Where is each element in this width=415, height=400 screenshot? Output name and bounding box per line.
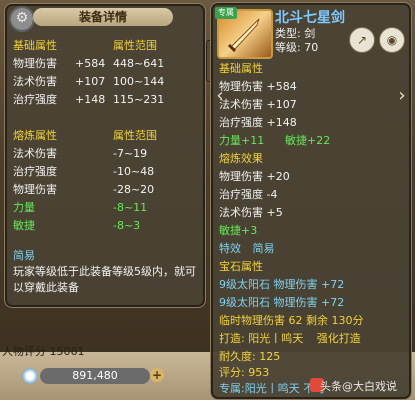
refine-row: 治疗强度 -4 <box>219 188 278 201</box>
strength-agility-row: 力量+11 敏捷+22 <box>219 134 331 147</box>
forge-row: 打造: 阳光丨鸣天 强化打造 <box>219 332 361 345</box>
money-display: 891,480 <box>40 368 150 384</box>
share-icon[interactable]: ↗ <box>349 27 375 53</box>
watermark-text: 头条@大白戏说 <box>320 380 397 393</box>
base-attributes-header: 基础属性 <box>219 62 263 75</box>
base-row: 治疗强度 +148 <box>219 116 297 129</box>
exclusive-tag: 专属 <box>215 7 237 19</box>
durability-row: 耐久度: 125 <box>219 350 281 363</box>
gem-header: 宝石属性 <box>219 260 263 273</box>
item-name: 北斗七星剑 <box>275 10 345 26</box>
gear-icon[interactable]: ⚙ <box>9 6 35 32</box>
eye-icon[interactable]: ◉ <box>379 27 405 53</box>
panel-title: 装备详情 <box>33 8 173 26</box>
equipment-detail-panel: ⚙ 装备详情 基础属性 属性范围 物理伤害 +584 448~641 法术伤害 … <box>4 3 206 308</box>
temp-bonus-row: 临时物理伤害 62 剩余 130分 <box>219 314 364 327</box>
add-money-button[interactable]: + <box>150 368 164 382</box>
gem-row: 9级太阳石 物理伤害 +72 <box>219 296 345 309</box>
equip-description: 玩家等级低于此装备等级5级内，就可以穿戴此装备 <box>13 265 196 294</box>
brief-header: 简易 <box>13 249 35 262</box>
item-tooltip-panel: 专属 北斗七星剑 类型: 剑 等级: 70 ↗ ◉ 基础属性 物理伤害 +584… <box>210 2 412 400</box>
silver-coin-icon <box>22 368 38 384</box>
rating-row: 评分: 953 <box>219 366 270 379</box>
gem-row: 9级太阳石 物理伤害 +72 <box>219 278 345 291</box>
refine-row: 法术伤害 +5 <box>219 206 283 219</box>
special-effect-row: 特效 简易 <box>219 242 275 255</box>
character-score: 人物评分 15061 <box>2 345 85 358</box>
base-row: 法术伤害 +107 <box>219 98 297 111</box>
refine-row: 物理伤害 +20 <box>219 170 290 183</box>
base-row: 物理伤害 +584 <box>219 80 297 93</box>
chevron-left-icon[interactable]: ‹ <box>212 86 228 106</box>
chevron-right-icon[interactable]: › <box>394 86 410 106</box>
refine-effect-header: 熔炼效果 <box>219 152 263 165</box>
item-level: 等级: 70 <box>275 41 319 54</box>
refine-agility: 敏捷+3 <box>219 224 258 237</box>
